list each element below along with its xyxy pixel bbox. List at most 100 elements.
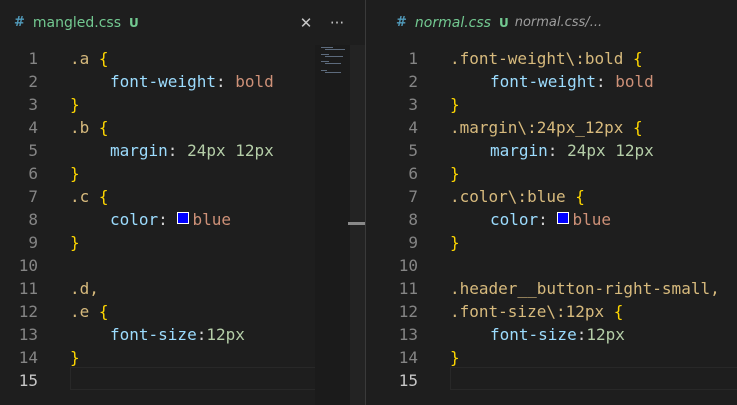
line-number: 9 xyxy=(408,233,418,252)
colon: : xyxy=(538,210,558,229)
property: margin xyxy=(490,141,548,160)
close-brace: } xyxy=(450,348,460,367)
line-number: 2 xyxy=(408,72,418,91)
tab-mangled-css[interactable]: # mangled.css U xyxy=(14,0,139,45)
right-editor-pane[interactable]: # normal.css U normal.css/... 1 .font-wei… xyxy=(366,0,737,405)
code-editor[interactable]: 1 .a { 2 font-weight: bold 3} 4 .b { 5 margi… xyxy=(0,45,365,405)
open-brace: { xyxy=(633,49,643,68)
selector: .c xyxy=(70,187,99,206)
line-number: 5 xyxy=(28,141,38,160)
line-number: 9 xyxy=(28,233,38,252)
line-number: 8 xyxy=(28,210,38,229)
untracked-status-badge: U xyxy=(498,15,509,30)
code-line: 5 margin: 24px 12px xyxy=(0,139,365,162)
close-brace: } xyxy=(450,233,460,252)
line-number: 12 xyxy=(18,302,38,321)
selector: .a xyxy=(70,49,99,68)
code-line: 2 font-weight: bold xyxy=(366,70,737,93)
code-line: 10 xyxy=(0,254,365,277)
colon: : xyxy=(196,325,207,344)
line-number: 11 xyxy=(398,279,418,298)
code-editor[interactable]: 1 .font-weight\:bold { 2 font-weight: bold… xyxy=(366,45,737,405)
line-number: 8 xyxy=(408,210,418,229)
close-icon[interactable]: ✕ xyxy=(296,0,316,45)
code-line: 7 .c { xyxy=(0,185,365,208)
code-line: 15 xyxy=(366,369,737,392)
code-line: 14} xyxy=(0,346,365,369)
colon: : xyxy=(158,210,178,229)
open-brace: { xyxy=(633,118,643,137)
code-line: 1 .a { xyxy=(0,47,365,70)
line-number: 4 xyxy=(28,118,38,137)
property: color xyxy=(490,210,539,229)
value: 12px xyxy=(586,325,625,344)
line-number: 10 xyxy=(18,256,38,275)
tab-normal-css[interactable]: # normal.css U normal.css/... xyxy=(396,0,602,45)
line-number: 7 xyxy=(28,187,38,206)
code-line: 6} xyxy=(0,162,365,185)
code-line: 3} xyxy=(366,93,737,116)
property: font-weight xyxy=(110,72,216,91)
code-line: 3} xyxy=(0,93,365,116)
css-hash-icon: # xyxy=(396,15,407,30)
untracked-status-badge: U xyxy=(129,15,139,30)
selector: .font-weight\:bold xyxy=(450,49,634,68)
close-brace: } xyxy=(450,95,460,114)
line-number: 2 xyxy=(28,72,38,91)
code-line: 15 xyxy=(0,369,365,392)
line-number: 14 xyxy=(398,348,418,367)
selector: .d, xyxy=(70,279,99,298)
colon: : xyxy=(595,72,616,91)
code-line: 11 .d, xyxy=(0,277,365,300)
selector: .color\:blue xyxy=(450,187,576,206)
line-number: 10 xyxy=(398,256,418,275)
more-actions-icon[interactable]: ··· xyxy=(327,0,347,45)
selector: .b xyxy=(70,118,99,137)
code-line: 13 font-size:12px xyxy=(366,323,737,346)
colon: : xyxy=(215,72,236,91)
property: color xyxy=(110,210,159,229)
right-tab-bar: # normal.css U normal.css/... xyxy=(366,0,737,45)
line-number: 14 xyxy=(18,348,38,367)
value: 12px xyxy=(206,325,245,344)
color-swatch-icon[interactable] xyxy=(177,212,190,224)
property: font-size xyxy=(490,325,577,344)
colon: : xyxy=(167,141,188,160)
open-brace: { xyxy=(613,302,624,321)
close-brace: } xyxy=(70,233,80,252)
line-number: 3 xyxy=(408,95,418,114)
code-line: 5 margin: 24px 12px xyxy=(366,139,737,162)
line-number: 1 xyxy=(408,49,418,68)
scrollbar-position-marker xyxy=(348,222,365,225)
tab-description: normal.css/... xyxy=(514,15,603,30)
property: margin xyxy=(110,141,168,160)
code-line: 9} xyxy=(0,231,365,254)
line-number: 1 xyxy=(28,49,38,68)
line-number: 7 xyxy=(408,187,418,206)
open-brace: { xyxy=(98,118,109,137)
code-line: 12 .e { xyxy=(0,300,365,323)
code-line: 8 color: blue xyxy=(366,208,737,231)
value: blue xyxy=(572,210,611,229)
code-line: 4 .b { xyxy=(0,116,365,139)
code-line: 8 color: blue xyxy=(0,208,365,231)
code-line: 1 .font-weight\:bold { xyxy=(366,47,737,70)
line-number: 15 xyxy=(18,371,38,390)
close-brace: } xyxy=(450,164,460,183)
close-brace: } xyxy=(70,164,80,183)
property: font-size xyxy=(110,325,197,344)
value: bold xyxy=(615,72,654,91)
vertical-scrollbar[interactable] xyxy=(350,45,365,405)
color-swatch-icon[interactable] xyxy=(557,212,570,224)
code-line: 11 .header__button-right-small, xyxy=(366,277,737,300)
left-editor-pane[interactable]: # mangled.css U ✕ ··· 1 .a { 2 font-weight… xyxy=(0,0,365,405)
close-brace: } xyxy=(70,95,80,114)
line-number: 15 xyxy=(398,371,418,390)
code-line: 13 font-size:12px xyxy=(0,323,365,346)
open-brace: { xyxy=(98,187,109,206)
value: blue xyxy=(192,210,231,229)
code-line: 7 .color\:blue { xyxy=(366,185,737,208)
selector: .header__button-right-small, xyxy=(450,279,720,298)
open-brace: { xyxy=(575,187,585,206)
line-number: 11 xyxy=(18,279,38,298)
